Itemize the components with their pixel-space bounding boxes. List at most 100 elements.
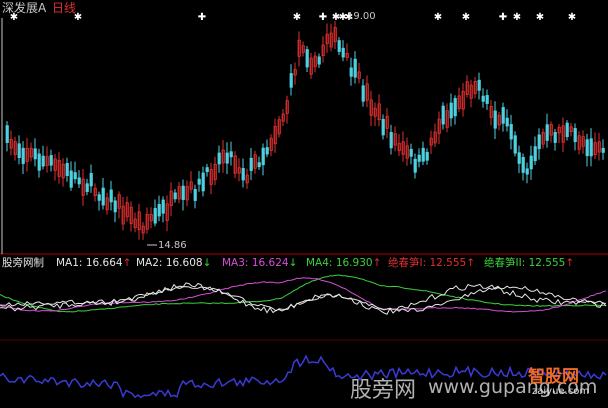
indicator-item-arrow: ↓ — [288, 257, 298, 269]
candle-body — [201, 172, 205, 192]
candle-body — [441, 105, 445, 125]
signal-star-icon: ✱ — [293, 12, 301, 23]
candle-body — [205, 167, 209, 173]
candle-body — [449, 102, 453, 119]
signal-star-icon: ✚ — [319, 12, 327, 23]
candle-body — [349, 67, 353, 77]
low-price-label: 14.86 — [158, 240, 187, 251]
candle-body — [161, 199, 165, 214]
candle-body — [389, 132, 393, 149]
candle-body — [505, 117, 509, 127]
candle-body — [193, 188, 197, 201]
candle-body — [241, 168, 245, 181]
watermark-logo: 智股网 — [528, 367, 579, 387]
candle-body — [533, 146, 537, 162]
indicator-item-value: 16.608 — [165, 257, 203, 269]
indicator-item-4: MA4: 16.930↑ — [306, 256, 381, 270]
candle-body — [485, 95, 489, 104]
candle-body — [261, 147, 265, 166]
candle-body — [217, 152, 221, 165]
candle-body — [317, 56, 321, 65]
candle-body — [49, 155, 53, 166]
indicator-item-arrow: ↑ — [466, 257, 476, 269]
candle-body — [417, 154, 421, 162]
indicator-item-label: MA4: — [306, 257, 336, 269]
candle-body — [481, 95, 485, 102]
candle-body — [21, 147, 25, 164]
candle-body — [573, 128, 577, 143]
candle-body — [453, 98, 457, 117]
candle-body — [509, 124, 513, 140]
candle-body — [41, 155, 45, 167]
candle-body — [265, 147, 269, 155]
candle-body — [65, 163, 69, 177]
candle-body — [157, 203, 161, 217]
kline-chart[interactable]: ✱ ✱ ✚ ✱ ✚ ✱✱✱ ✱ ✱ ✚ ✱ ✱ ✱ — [0, 0, 608, 408]
indicator-item-value: 12.555 — [528, 257, 566, 269]
candle-body — [249, 157, 253, 171]
candle-body — [153, 208, 157, 224]
candle-body — [109, 189, 113, 203]
indicator-item-label: 绝春笋II: — [484, 257, 529, 269]
high-price-label: 19.00 — [347, 11, 376, 22]
candle-body — [585, 139, 589, 157]
candle-body — [173, 192, 177, 200]
candle-body — [513, 135, 517, 154]
candle-body — [553, 132, 557, 143]
indicator-item-value: 12.555 — [429, 257, 467, 269]
candle-body — [425, 151, 429, 161]
indicator-item-arrow: ↓ — [202, 257, 212, 269]
candle-body — [69, 170, 73, 188]
candle-body — [409, 148, 413, 157]
indicator-item-arrow: ↑ — [565, 257, 575, 269]
candle-body — [601, 147, 605, 153]
candle-body — [5, 125, 9, 143]
candle-body — [589, 138, 593, 157]
indicator-item-1: MA1: 16.664↑ — [56, 256, 131, 270]
candle-body — [289, 73, 293, 88]
candle-body — [341, 47, 345, 58]
candle-body — [305, 49, 309, 68]
candle-body — [229, 151, 233, 158]
indicator-item-6: 绝春笋II: 12.555↑ — [484, 256, 574, 270]
candle-body — [77, 177, 81, 185]
candle-body — [97, 194, 101, 201]
candle-body — [529, 155, 533, 170]
candle-body — [537, 134, 541, 150]
signal-star-icon: ✱ — [513, 12, 521, 23]
ma2-line — [0, 285, 607, 313]
candle-body — [197, 178, 201, 185]
candle-body — [353, 58, 357, 78]
candle-body — [501, 107, 505, 124]
candle-body — [113, 200, 117, 213]
candle-body — [89, 172, 93, 187]
signal-star-icon: ✱ — [462, 12, 470, 23]
candle-body — [17, 143, 21, 158]
signal-star-icon: ✚ — [198, 12, 206, 23]
candle-body — [33, 148, 37, 160]
indicator-item-label: MA1: — [56, 257, 86, 269]
candle-body — [101, 187, 105, 206]
candle-body — [545, 124, 549, 141]
candle-body — [421, 147, 425, 162]
indicator-item-label: 绝春笋I: — [388, 257, 430, 269]
indicator-item-3: MA3: 16.624↓ — [222, 256, 297, 270]
signal-star-icon: ✱ — [434, 12, 442, 23]
signal-star-icon: ✱ — [536, 12, 544, 23]
candle-body — [517, 152, 521, 164]
indicator-item-arrow: ↑ — [122, 257, 132, 269]
candle-body — [37, 153, 41, 171]
indicator-item-label: MA2: — [136, 257, 166, 269]
indicator-item-value: 16.624 — [251, 257, 289, 269]
signal-star-icon: ✱ — [74, 12, 82, 23]
watermark-logo-url: zaiyue.com — [532, 386, 590, 397]
indicator-item-2: MA2: 16.608↓ — [136, 256, 211, 270]
indicator-item-5: 绝春笋I: 12.555↑ — [388, 256, 475, 270]
candle-body — [477, 79, 481, 91]
candle-body — [565, 122, 569, 137]
candle-body — [181, 185, 185, 200]
candle-body — [381, 118, 385, 136]
candle-body — [525, 168, 529, 175]
signal-star-icon: ✱ — [10, 12, 18, 23]
candle-body — [225, 152, 229, 164]
